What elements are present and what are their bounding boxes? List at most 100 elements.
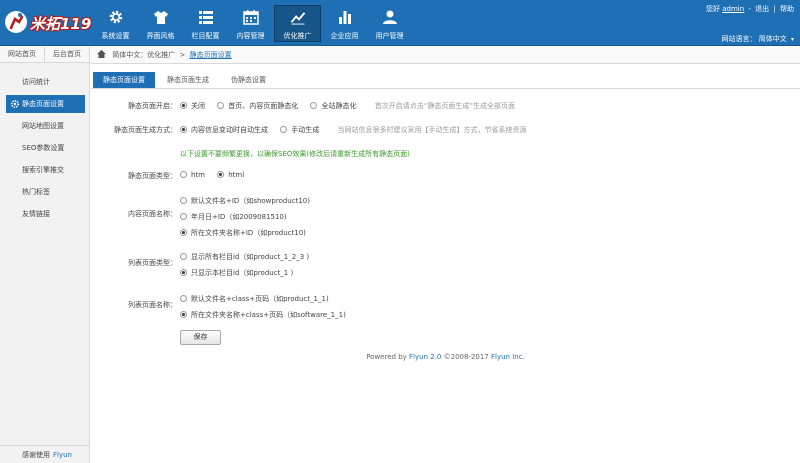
gen-mode-manual[interactable]: 手动生成 xyxy=(280,125,319,135)
static-open-hint: 首次开启请点击“静态页面生成”生成全部页面 xyxy=(374,102,515,110)
thanks-text: 感谢使用 xyxy=(22,451,50,459)
settings-tabs: 静态页面设置 静态页面生成 伪静态设置 xyxy=(93,72,278,88)
language-switch[interactable]: 网站语言： 简体中文 ▾ xyxy=(722,34,794,44)
gen-mode-options: 内容信息变动时自动生成 手动生成 当网站信息很多时建议采用【手动生成】方式，节省… xyxy=(180,125,526,135)
breadcrumb-current[interactable]: 静态页面设置 xyxy=(190,51,232,59)
radio-button[interactable] xyxy=(180,229,187,236)
sidebar-item-static-page-settings[interactable]: 静态页面设置 xyxy=(6,95,85,113)
page-type-label: 静态页面类型： xyxy=(128,172,177,180)
list-name-default[interactable]: 默认文件名+class+页码（如product_1_1) xyxy=(180,291,346,307)
radio-button[interactable] xyxy=(217,102,225,109)
static-open-options: 关闭 首页、内容页面静态化 全站静态化 首次开启请点击“静态页面生成”生成全部页… xyxy=(180,101,515,111)
radio-button[interactable] xyxy=(180,102,187,109)
list-name-label: 列表页面名称： xyxy=(128,301,177,309)
logout-link[interactable]: 退出 xyxy=(755,5,769,13)
radio-button[interactable] xyxy=(180,213,187,220)
nav-system-settings[interactable]: 系统设置 xyxy=(94,5,137,42)
bar-chart-icon xyxy=(338,11,351,24)
list-type-all[interactable]: 显示所有栏目id（如product_1_2_3 ) xyxy=(180,249,309,265)
static-open-home-content[interactable]: 首页、内容页面静态化 xyxy=(217,101,298,111)
gen-mode-auto[interactable]: 内容信息变动时自动生成 xyxy=(180,125,268,135)
tab-static-settings[interactable]: 静态页面设置 xyxy=(93,72,155,88)
tab-pseudo-static[interactable]: 伪静态设置 xyxy=(221,72,276,88)
help-link[interactable]: 帮助 xyxy=(780,5,794,13)
sidebar-tabs: 网站首页 后台首页 xyxy=(0,47,89,63)
nav-user-manage[interactable]: 用户管理 xyxy=(368,5,411,42)
sidebar-item-search-submit[interactable]: 搜索引擎推交 xyxy=(0,161,89,179)
content-name-label: 内容页面名称： xyxy=(128,210,177,218)
breadcrumb: 简体中文：优化推广 > 静态页面设置 xyxy=(91,47,800,64)
seo-warning-note: 以下设置不要频繁更换，以确保SEO效果(修改后请重新生成所有静态页面) xyxy=(180,150,410,158)
gear-icon xyxy=(109,10,122,24)
static-open-off[interactable]: 关闭 xyxy=(180,101,205,111)
gen-mode-label: 静态页面生成方式： xyxy=(114,126,177,134)
sidebar-item-hot-tags[interactable]: 热门标签 xyxy=(0,183,89,201)
nav-enterprise-apps[interactable]: 企业应用 xyxy=(323,5,366,42)
greeting: 您好 xyxy=(706,5,720,13)
gear-icon xyxy=(10,99,20,109)
nav-content-manage[interactable]: 内容管理 xyxy=(229,5,272,42)
static-open-full-site[interactable]: 全站静态化 xyxy=(310,101,356,111)
page-type-options: htm html xyxy=(180,171,254,179)
list-type-options: 显示所有栏目id（如product_1_2_3 ) 只显示本栏目id（如prod… xyxy=(180,249,309,281)
radio-button[interactable] xyxy=(180,171,187,178)
radio-button[interactable] xyxy=(217,171,225,178)
powered-by: Powered by Flyun 2.0 ©2008-2017 Flyun In… xyxy=(366,353,525,361)
tab-static-generate[interactable]: 静态页面生成 xyxy=(157,72,219,88)
page-type-htm[interactable]: htm xyxy=(180,171,205,179)
radio-button[interactable] xyxy=(180,126,187,133)
sidebar-menu: 访问统计 静态页面设置 网站地图设置 SEO参数设置 搜索引擎推交 热门标签 友… xyxy=(0,73,89,223)
save-button[interactable]: 保存 xyxy=(180,330,221,345)
chevron-down-icon: ▾ xyxy=(790,36,794,43)
radio-button[interactable] xyxy=(280,126,288,133)
radio-button[interactable] xyxy=(180,295,187,302)
trend-icon xyxy=(290,12,305,25)
list-icon xyxy=(198,11,213,24)
sidebar-item-seo-params[interactable]: SEO参数设置 xyxy=(0,139,89,157)
user-icon xyxy=(382,10,397,24)
product-link[interactable]: Flyun 2.0 xyxy=(409,353,441,361)
radio-button[interactable] xyxy=(180,311,187,318)
company-link[interactable]: Flyun Inc. xyxy=(491,353,525,361)
content-name-date[interactable]: 年月日+ID（如2009081510) xyxy=(180,209,310,225)
sidebar-item-visit-stats[interactable]: 访问统计 xyxy=(0,73,89,91)
list-type-current[interactable]: 只显示本栏目id（如product_1 ) xyxy=(180,265,309,281)
content-name-default[interactable]: 默认文件名+ID（如showproduct10) xyxy=(180,193,310,209)
shirt-icon xyxy=(153,11,168,24)
home-icon[interactable] xyxy=(97,50,106,58)
static-open-label: 静态页面开启： xyxy=(128,102,177,110)
sidebar-tab-admin-home[interactable]: 后台首页 xyxy=(45,47,89,62)
radio-button[interactable] xyxy=(180,269,187,276)
nav-ui-style[interactable]: 界面风格 xyxy=(139,5,182,42)
page-type-html[interactable]: html xyxy=(217,171,244,179)
sidebar-item-label: 静态页面设置 xyxy=(22,100,64,108)
gen-mode-hint: 当网站信息很多时建议采用【手动生成】方式，节省系统资源 xyxy=(337,126,527,134)
nav-seo-promotion[interactable]: 优化推广 xyxy=(274,5,321,42)
breadcrumb-path: 简体中文：优化推广 xyxy=(112,51,176,59)
sidebar-tab-site-home[interactable]: 网站首页 xyxy=(0,47,45,62)
list-type-label: 列表页面类型： xyxy=(128,259,177,267)
sidebar: 网站首页 后台首页 访问统计 静态页面设置 网站地图设置 SEO参数设置 搜索引… xyxy=(0,47,90,463)
calendar-icon xyxy=(242,10,259,25)
content-name-options: 默认文件名+ID（如showproduct10) 年月日+ID（如2009081… xyxy=(180,193,310,241)
list-name-options: 默认文件名+class+页码（如product_1_1) 所在文件夹名称+cla… xyxy=(180,291,346,323)
language-value: 简体中文 xyxy=(758,35,787,43)
sidebar-footer: 感谢使用 Flyun xyxy=(0,445,90,463)
logo-text: 米拓119 xyxy=(30,15,92,33)
nav-column-config[interactable]: 栏目配置 xyxy=(184,5,227,42)
radio-button[interactable] xyxy=(180,253,187,260)
logo[interactable]: 米拓119 xyxy=(4,8,98,38)
tab-divider xyxy=(91,88,800,89)
language-label: 网站语言： xyxy=(721,35,757,43)
flyun-link[interactable]: Flyun xyxy=(53,451,72,459)
user-links: 您好 admin - 退出 | 帮助 xyxy=(706,5,794,13)
content-name-folder[interactable]: 所在文件夹名称+ID（如product10) xyxy=(180,225,310,241)
list-name-folder[interactable]: 所在文件夹名称+class+页码（如software_1_1) xyxy=(180,307,346,323)
radio-button[interactable] xyxy=(180,197,187,204)
main-nav: 系统设置 界面风格 栏目配置 内容管理 优化推广 企业应用 用户管理 xyxy=(94,5,413,42)
username-link[interactable]: admin xyxy=(722,5,744,13)
logo-runner-icon xyxy=(5,11,27,33)
radio-button[interactable] xyxy=(310,102,318,109)
sidebar-item-sitemap[interactable]: 网站地图设置 xyxy=(0,117,89,135)
sidebar-item-friend-links[interactable]: 友情链接 xyxy=(0,205,89,223)
